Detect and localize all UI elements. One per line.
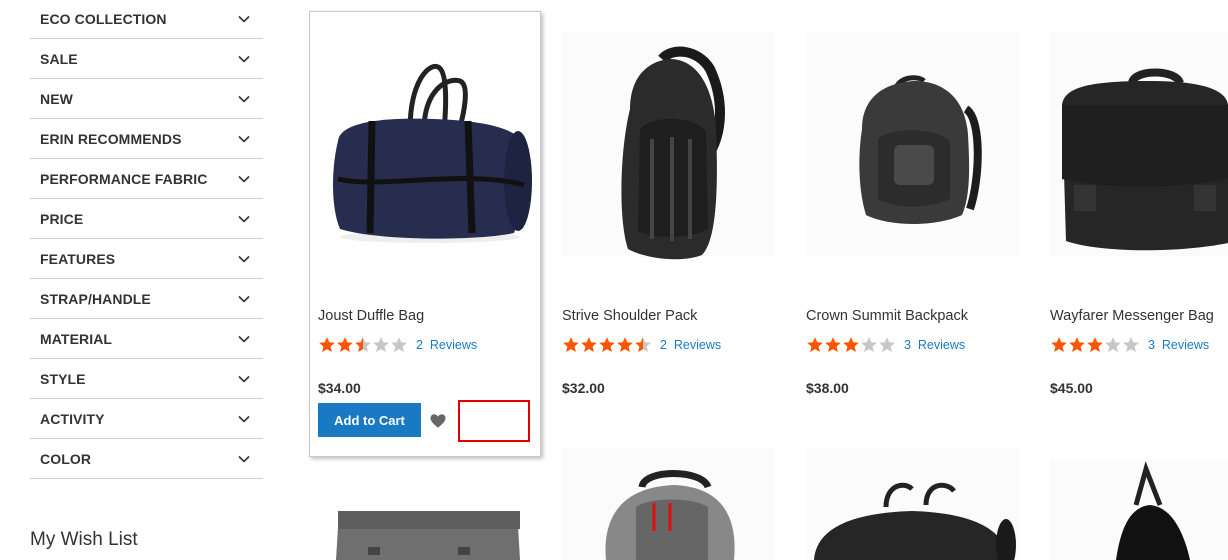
chevron-down-icon: [238, 215, 250, 223]
filter-label: NEW: [40, 90, 73, 107]
filter-features[interactable]: FEATURES: [30, 239, 263, 279]
chevron-down-icon: [238, 255, 250, 263]
product-price: $32.00: [562, 380, 605, 396]
add-to-cart-button[interactable]: Add to Cart: [318, 403, 421, 437]
chevron-down-icon: [238, 335, 250, 343]
heart-icon[interactable]: [429, 412, 447, 430]
star-empty-icon: [1123, 337, 1139, 352]
chevron-down-icon: [238, 455, 250, 463]
filter-sale[interactable]: SALE: [30, 39, 263, 79]
product-name[interactable]: Wayfarer Messenger Bag: [1050, 308, 1214, 324]
star-full-icon: [563, 337, 579, 352]
filter-label: ERIN RECOMMENDS: [40, 130, 182, 147]
product-rating: 3 Reviews: [806, 336, 965, 354]
reviews-link[interactable]: 2 Reviews: [660, 338, 721, 352]
chevron-down-icon: [238, 135, 250, 143]
reviews-label: Reviews: [1161, 338, 1210, 352]
star-full-icon: [581, 337, 597, 352]
reviews-label: Reviews: [429, 338, 478, 352]
filter-strap-handle[interactable]: STRAP/HANDLE: [30, 279, 263, 319]
reviews-link[interactable]: 3 Reviews: [904, 338, 965, 352]
reviews-count: 2: [660, 338, 667, 352]
chevron-down-icon: [238, 95, 250, 103]
wishlist-title: My Wish List: [30, 529, 138, 550]
product-name[interactable]: Strive Shoulder Pack: [562, 308, 697, 324]
filter-label: SALE: [40, 50, 78, 67]
reviews-link[interactable]: 3 Reviews: [1148, 338, 1209, 352]
rating-stars: [1050, 336, 1140, 354]
star-empty-icon: [861, 337, 877, 352]
filter-label: COLOR: [40, 450, 92, 467]
star-full-icon: [319, 337, 335, 352]
product-image[interactable]: [1050, 19, 1228, 279]
filter-performance-fabric[interactable]: PERFORMANCE FABRIC: [30, 159, 263, 199]
reviews-label: Reviews: [673, 338, 722, 352]
product-image[interactable]: [1050, 447, 1228, 560]
reviews-count: 3: [1148, 338, 1155, 352]
filter-new[interactable]: NEW: [30, 79, 263, 119]
reviews-label: Reviews: [917, 338, 966, 352]
chevron-down-icon: [238, 55, 250, 63]
filter-label: MATERIAL: [40, 330, 113, 347]
filter-sidebar: ECO COLLECTION SALE NEW ERIN RECOMMENDS …: [30, 0, 263, 479]
reviews-count: 2: [416, 338, 423, 352]
chevron-down-icon: [238, 375, 250, 383]
rating-stars: [318, 336, 408, 354]
rating-stars: [562, 336, 652, 354]
product-name[interactable]: Joust Duffle Bag: [318, 308, 424, 324]
star-empty-icon: [879, 337, 895, 352]
rating-stars: [806, 336, 896, 354]
filter-activity[interactable]: ACTIVITY: [30, 399, 263, 439]
star-empty-icon: [1105, 337, 1121, 352]
star-full-icon: [843, 337, 859, 352]
star-full-icon: [599, 337, 615, 352]
filter-label: FEATURES: [40, 250, 116, 267]
filter-material[interactable]: MATERIAL: [30, 319, 263, 359]
star-empty-icon: [391, 337, 407, 352]
product-price: $45.00: [1050, 380, 1093, 396]
product-price: $38.00: [806, 380, 849, 396]
product-image[interactable]: [318, 447, 550, 560]
product-rating: 3 Reviews: [1050, 336, 1209, 354]
star-full-icon: [337, 337, 353, 352]
star-full-icon: [1051, 337, 1067, 352]
filter-label: PRICE: [40, 210, 84, 227]
product-price: $34.00: [318, 380, 361, 396]
filter-label: STRAP/HANDLE: [40, 290, 151, 307]
star-full-icon: [807, 337, 823, 352]
product-rating: 2 Reviews: [318, 336, 477, 354]
reviews-count: 3: [904, 338, 911, 352]
filter-label: ACTIVITY: [40, 410, 105, 427]
chevron-down-icon: [238, 295, 250, 303]
filter-erin-recommends[interactable]: ERIN RECOMMENDS: [30, 119, 263, 159]
compare-action-highlight[interactable]: [458, 400, 530, 442]
filter-label: STYLE: [40, 370, 86, 387]
chevron-down-icon: [238, 15, 250, 23]
star-half-icon: [635, 337, 651, 352]
chevron-down-icon: [238, 175, 250, 183]
product-rating: 2 Reviews: [562, 336, 721, 354]
star-full-icon: [825, 337, 841, 352]
reviews-link[interactable]: 2 Reviews: [416, 338, 477, 352]
star-empty-icon: [373, 337, 389, 352]
product-image[interactable]: [562, 447, 794, 560]
product-image[interactable]: [562, 19, 794, 279]
filter-label: PERFORMANCE FABRIC: [40, 170, 208, 187]
filter-style[interactable]: STYLE: [30, 359, 263, 399]
star-full-icon: [1087, 337, 1103, 352]
star-full-icon: [1069, 337, 1085, 352]
chevron-down-icon: [238, 415, 250, 423]
filter-eco-collection[interactable]: ECO COLLECTION: [30, 0, 263, 39]
filter-label: ECO COLLECTION: [40, 11, 167, 27]
star-full-icon: [617, 337, 633, 352]
filter-color[interactable]: COLOR: [30, 439, 263, 479]
product-image[interactable]: [806, 19, 1038, 279]
star-half-icon: [355, 337, 371, 352]
product-name[interactable]: Crown Summit Backpack: [806, 308, 968, 324]
product-image[interactable]: [318, 19, 550, 279]
product-image[interactable]: [806, 447, 1038, 560]
filter-price[interactable]: PRICE: [30, 199, 263, 239]
